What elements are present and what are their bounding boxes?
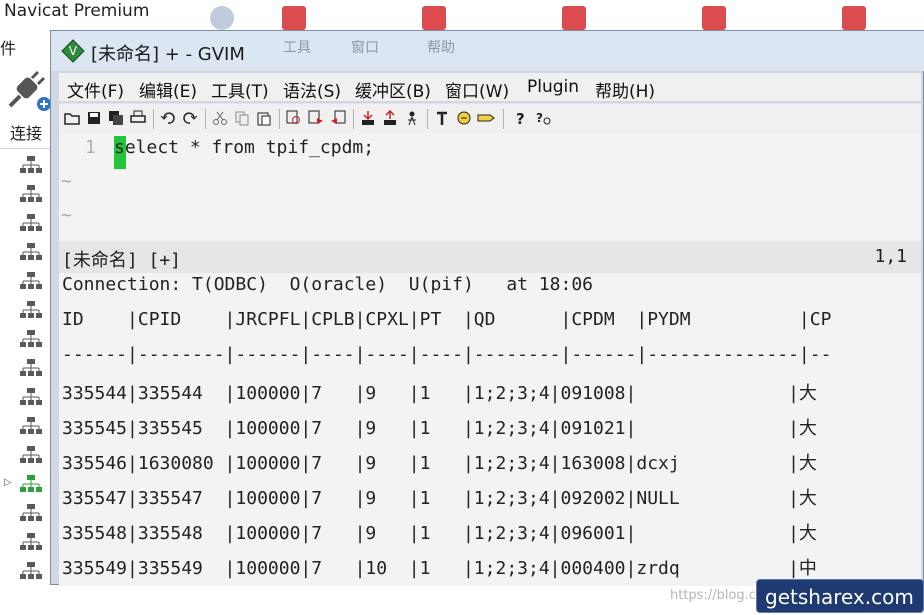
query-output[interactable]: Connection: T(ODBC) O(oracle) U(pif) at … (59, 273, 921, 586)
ghost-menu-item: 窗口 (351, 40, 379, 56)
table-icon[interactable] (282, 6, 306, 30)
divider (0, 148, 50, 149)
menu-edit[interactable]: 编辑(E) (139, 77, 197, 102)
toolbar-divider (353, 109, 354, 129)
toolbar-divider (205, 109, 206, 129)
status-cursor-position: 1,1 (874, 246, 907, 267)
find-help-icon[interactable]: ? (535, 109, 553, 127)
gvim-menubar: 文件(F) 编辑(E) 工具(T) 语法(S) 缓冲区(B) 窗口(W) Plu… (59, 73, 921, 102)
navicat-title: Navicat Premium (4, 1, 150, 21)
connection-node-icon[interactable] (20, 504, 42, 522)
load-session-icon[interactable] (359, 109, 377, 127)
run-script-icon[interactable] (403, 109, 421, 127)
find-next-icon[interactable] (307, 109, 325, 127)
gvim-title: [未命名] + - GVIM (91, 44, 245, 65)
navicat-connect-label[interactable]: 连接 (10, 120, 42, 144)
menu-buffers[interactable]: 缓冲区(B) (355, 77, 431, 102)
connection-node-icon[interactable] (20, 359, 42, 377)
result-row: 335546|1630080 |100000|7 |9 |1 |1;2;3;4|… (62, 453, 817, 474)
toolbar-divider (279, 109, 280, 129)
db-icon[interactable] (210, 6, 234, 30)
connection-node-icon[interactable] (20, 330, 42, 348)
connection-node-icon[interactable] (20, 185, 42, 203)
connection-node-icon[interactable] (20, 417, 42, 435)
menu-window[interactable]: 窗口(W) (445, 77, 509, 102)
gvim-toolbar: ? ? (59, 103, 921, 134)
find-prev-icon[interactable] (329, 109, 347, 127)
save-session-icon[interactable] (381, 109, 399, 127)
empty-line-marker: ~ (61, 171, 72, 192)
connection-tree (0, 150, 50, 590)
vim-logo-icon: V (61, 39, 85, 63)
connection-node-icon[interactable] (20, 301, 42, 319)
open-icon[interactable] (63, 109, 81, 127)
connection-node-icon[interactable] (20, 214, 42, 232)
connection-node-icon[interactable] (20, 243, 42, 261)
gvim-window: V [未命名] + - GVIM 工具 窗口 帮助 文件(F) 编辑(E) 工具… (50, 30, 924, 586)
table-icon[interactable] (562, 6, 586, 30)
svg-text:V: V (69, 44, 78, 58)
find-replace-icon[interactable] (285, 109, 303, 127)
status-filename: [未命名] [+] (62, 250, 182, 271)
redo-icon[interactable] (181, 109, 199, 127)
make-icon[interactable] (433, 109, 451, 127)
table-icon[interactable] (842, 6, 866, 30)
connection-node-icon[interactable] (20, 156, 42, 174)
tag-jump-icon[interactable] (477, 109, 495, 127)
navicat-menu-file[interactable]: 件 (0, 35, 16, 59)
help-icon[interactable]: ? (511, 109, 529, 127)
run-ctags-icon[interactable] (455, 109, 473, 127)
result-row: 335545|335545 |100000|7 |9 |1 |1;2;3;4|0… (62, 418, 817, 439)
empty-line-marker: ~ (61, 205, 72, 226)
menu-plugin[interactable]: Plugin (527, 77, 579, 97)
connection-node-icon[interactable] (20, 475, 42, 493)
editor-buffer[interactable]: 1 select * from tpif_cpdm; ~ ~ (59, 133, 921, 241)
connection-node-icon[interactable] (20, 446, 42, 464)
table-icon[interactable] (702, 6, 726, 30)
result-separator: ------|--------|------|----|----|----|--… (62, 344, 832, 365)
connection-node-icon[interactable] (20, 562, 42, 580)
navicat-toolbar-strip (160, 0, 924, 30)
connection-node-icon[interactable] (20, 272, 42, 290)
ghost-menu-item: 帮助 (427, 40, 455, 56)
menu-help[interactable]: 帮助(H) (595, 77, 655, 102)
result-row: 335549|335549 |100000|7 |10 |1 |1;2;3;4|… (62, 558, 817, 579)
undo-icon[interactable] (159, 109, 177, 127)
connection-info: Connection: T(ODBC) O(oracle) U(pif) at … (62, 274, 594, 295)
tree-expand-icon[interactable]: ▷ (4, 477, 12, 488)
toolbar-divider (153, 109, 154, 129)
copy-icon[interactable] (233, 109, 251, 127)
ghost-menu-item: 工具 (283, 40, 311, 56)
save-all-icon[interactable] (107, 109, 125, 127)
watermark-badge: getsharex.com (756, 579, 924, 613)
paste-icon[interactable] (255, 109, 273, 127)
watermark-badge-text: getsharex.com (765, 585, 914, 609)
result-row: 335547|335547 |100000|7 |9 |1 |1;2;3;4|0… (62, 488, 817, 509)
code-line[interactable]: select * from tpif_cpdm; (114, 137, 374, 158)
result-row: 335544|335544 |100000|7 |9 |1 |1;2;3;4|0… (62, 383, 817, 404)
menu-file[interactable]: 文件(F) (67, 77, 124, 102)
gvim-titlebar[interactable]: V [未命名] + - GVIM 工具 窗口 帮助 (51, 31, 924, 71)
svg-text:?: ? (536, 111, 543, 125)
plug-connect-icon[interactable] (4, 70, 50, 114)
toolbar-divider (427, 109, 428, 129)
result-header: ID |CPID |JRCPFL|CPLB|CPXL|PT |QD |CPDM … (62, 309, 832, 330)
connection-node-icon[interactable] (20, 533, 42, 551)
line-number: 1 (85, 137, 96, 158)
svg-text:?: ? (516, 110, 525, 126)
menu-tools[interactable]: 工具(T) (211, 77, 269, 102)
connection-node-icon[interactable] (20, 388, 42, 406)
save-icon[interactable] (85, 109, 103, 127)
table-icon[interactable] (422, 6, 446, 30)
status-line: [未命名] [+] 1,1 (59, 241, 921, 273)
toolbar-divider (503, 109, 504, 129)
result-row: 335548|335548 |100000|7 |9 |1 |1;2;3;4|0… (62, 523, 817, 544)
print-icon[interactable] (129, 109, 147, 127)
cut-icon[interactable] (211, 109, 229, 127)
menu-syntax[interactable]: 语法(S) (283, 77, 341, 102)
